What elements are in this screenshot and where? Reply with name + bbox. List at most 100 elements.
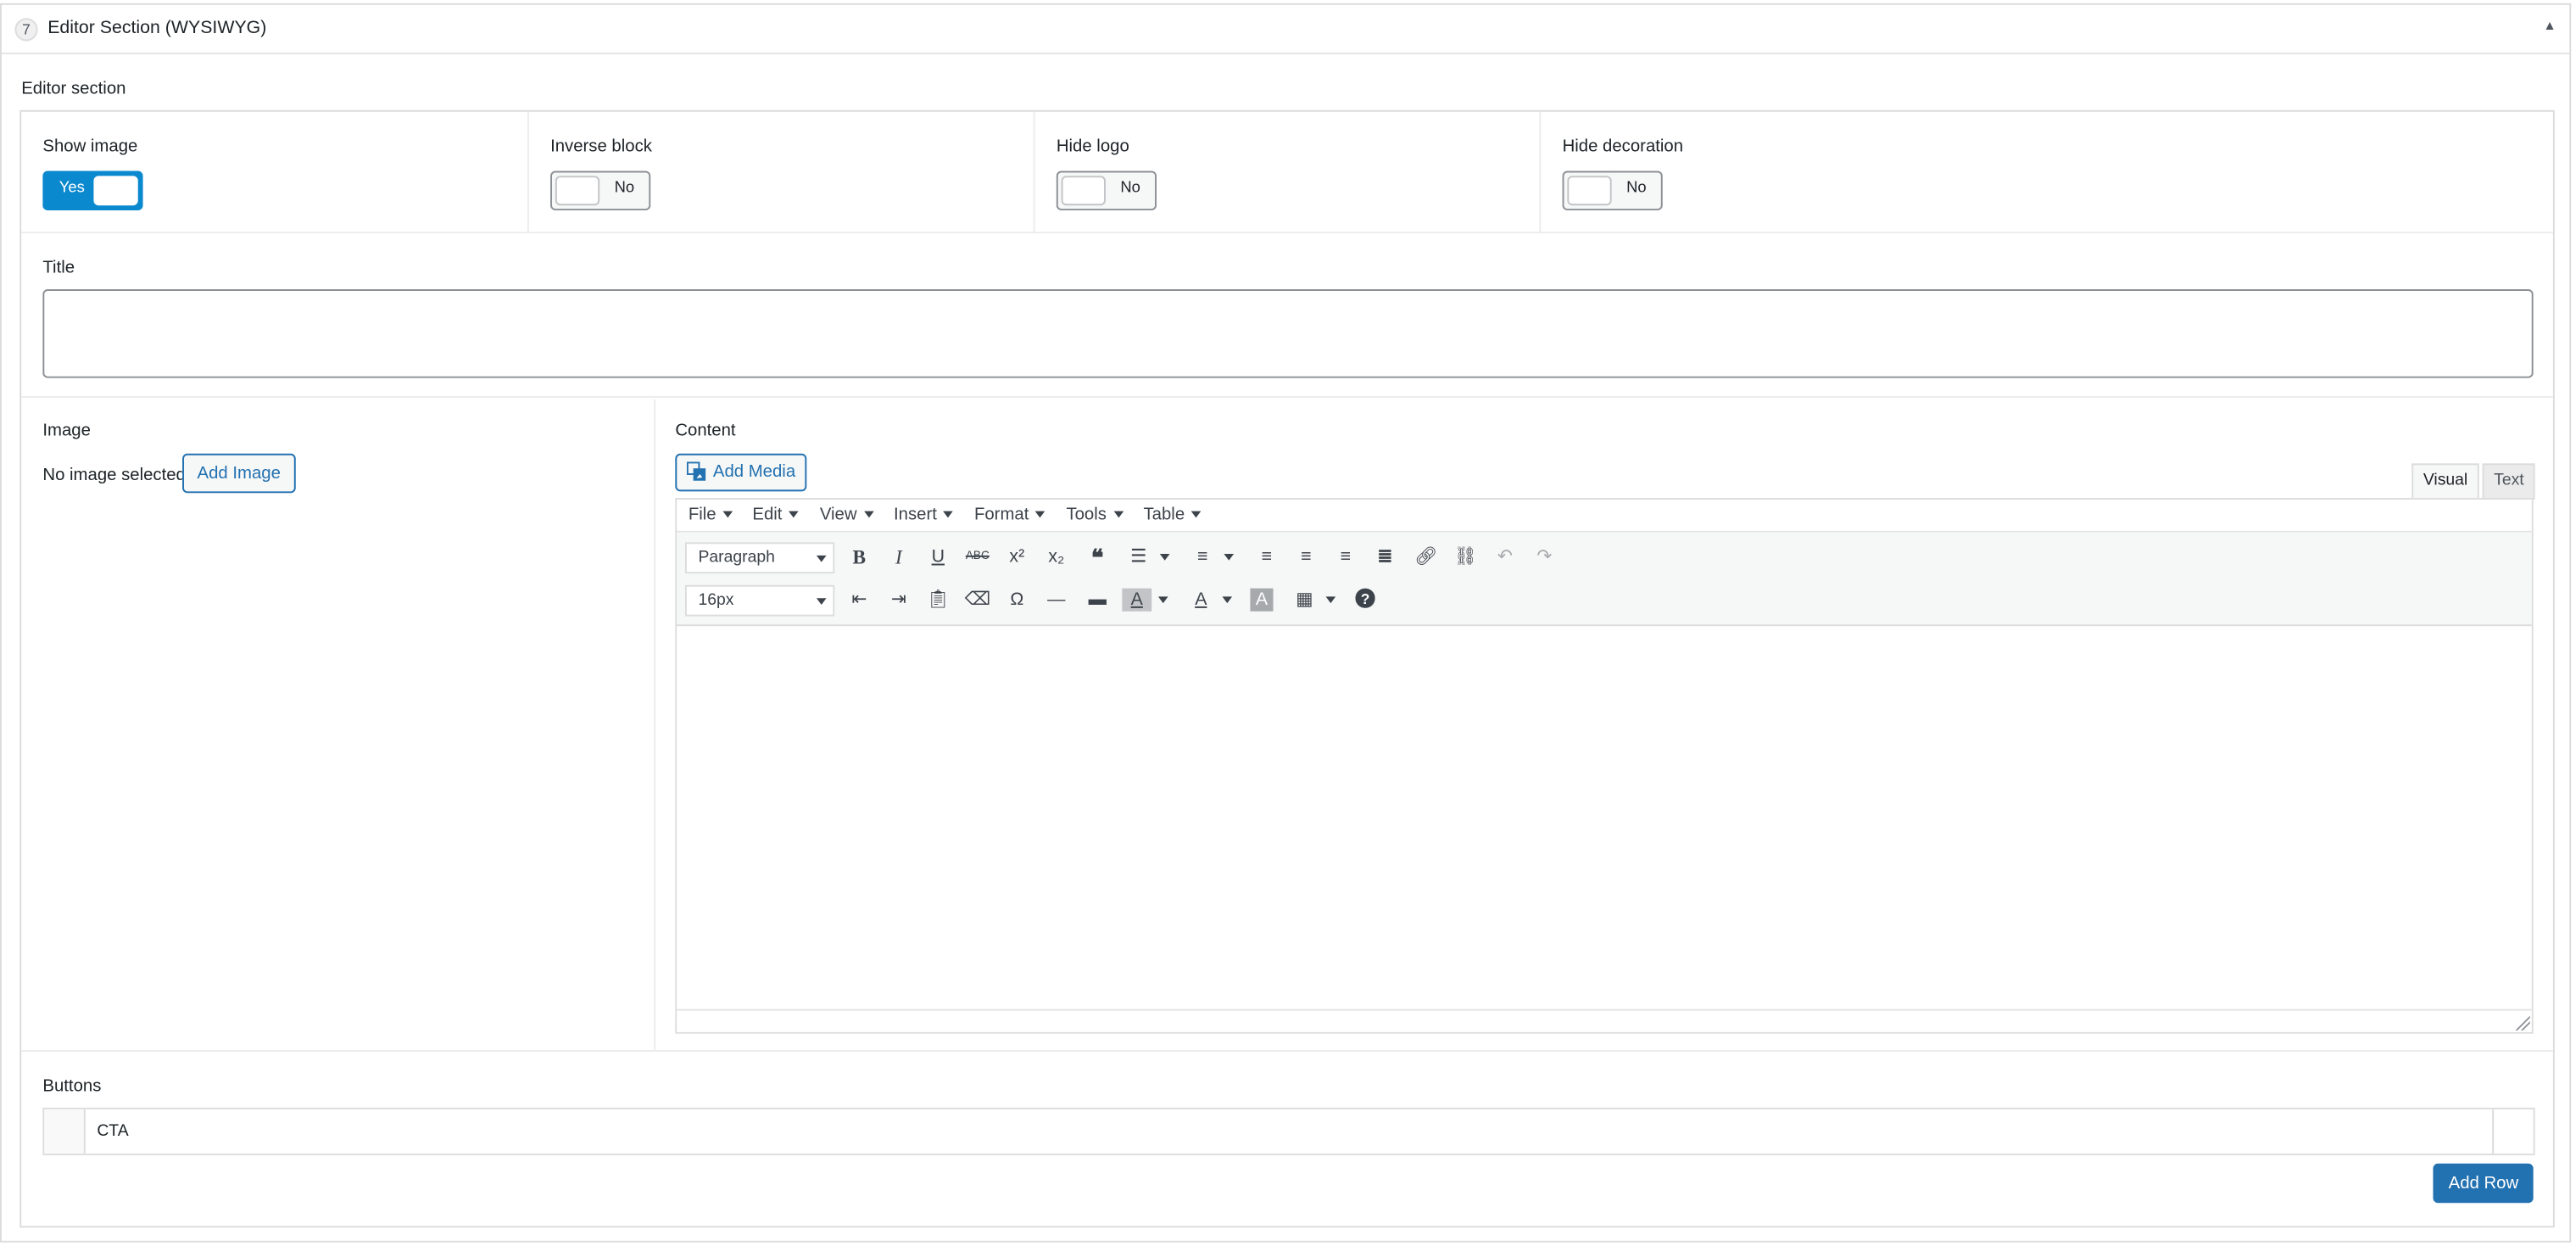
editor-statusbar [677,1009,2532,1032]
link-icon[interactable]: 🔗︎ [1411,542,1441,572]
background-color-dropdown-icon[interactable] [1157,585,1170,615]
buttons-label: Buttons [42,1076,102,1097]
highlight-icon[interactable]: A [1250,588,1274,612]
image-field: Image No image selected Add Image [21,399,656,1052]
page-break-icon[interactable]: ▬ [1083,585,1112,615]
show-image-field: Show image Yes [21,111,529,234]
toggle-state-text: No [1120,179,1140,198]
horizontal-line-icon[interactable]: — [1041,585,1071,615]
text-color-dropdown-icon[interactable] [1221,585,1235,615]
editor-section-panel: 7 Editor Section (WYSIWYG) ▲ Editor sect… [0,3,2572,1243]
inverse-block-field: Inverse block No [529,111,1035,234]
numbered-list-icon[interactable]: ≡ [1188,542,1218,572]
show-image-label: Show image [42,136,138,157]
menu-tools[interactable]: Tools [1066,505,1123,524]
align-justify-icon[interactable]: ≣ [1370,542,1400,572]
media-icon [686,461,706,481]
outdent-icon[interactable]: ⇤ [845,585,874,615]
hide-logo-toggle[interactable]: No [1056,170,1157,210]
special-character-icon[interactable]: Ω [1002,585,1032,615]
menu-view[interactable]: View [820,505,873,524]
fields-frame: Show image Yes Inverse block No Hide log… [20,109,2555,1228]
hide-decoration-label: Hide decoration [1562,136,1684,157]
menu-format[interactable]: Format [974,505,1045,524]
italic-icon[interactable]: I [884,542,913,572]
menu-insert[interactable]: Insert [894,505,953,524]
repeater-row[interactable]: CTA [42,1107,2535,1156]
section-header[interactable]: 7 Editor Section (WYSIWYG) ▲ [1,5,2570,54]
bold-icon[interactable]: B [845,542,874,572]
indent-icon[interactable]: ⇥ [884,585,913,615]
undo-icon[interactable]: ↶ [1490,542,1519,572]
title-textarea[interactable] [42,289,2534,378]
menu-table[interactable]: Table [1144,505,1202,524]
subscript-icon[interactable]: x₂ [1041,542,1071,572]
blockquote-icon[interactable]: ❝ [1083,542,1112,572]
inverse-block-label: Inverse block [550,136,652,157]
no-image-text: No image selected [42,465,186,485]
resize-handle-icon[interactable] [2513,1014,2530,1031]
title-field: Title [21,235,2553,398]
menu-file[interactable]: File [689,505,733,524]
row-label: CTA [97,1122,129,1141]
table-dropdown-icon[interactable] [1324,585,1338,615]
table-icon[interactable]: ▦ [1290,585,1319,615]
caret-up-icon[interactable]: ▲ [2543,18,2556,32]
content-field: Content Add Media Visual Text File Edit … [657,400,2555,1052]
row-drag-handle[interactable] [44,1109,86,1154]
add-image-button[interactable]: Add Image [182,453,296,494]
tab-text[interactable]: Text [2482,463,2536,500]
section-number-badge: 7 [14,18,38,42]
toggle-state-text: No [1626,179,1647,198]
toggle-knob [1567,176,1612,206]
title-label: Title [42,258,75,278]
block-format-select[interactable]: Paragraph [684,542,835,574]
add-media-label: Add Media [712,461,796,482]
hide-logo-label: Hide logo [1056,136,1129,157]
clear-formatting-icon[interactable]: ⌫ [962,585,992,615]
hide-logo-field: Hide logo No [1035,111,1542,234]
toggle-state-text: Yes [59,179,85,198]
add-media-button[interactable]: Add Media [675,453,807,492]
menu-edit[interactable]: Edit [752,505,798,524]
section-label: Editor section [21,79,126,99]
background-color-icon[interactable]: A [1122,588,1152,612]
editor-content-area[interactable] [677,628,2532,1009]
toggle-knob [93,176,138,206]
row-actions[interactable] [2492,1109,2533,1154]
hide-decoration-field: Hide decoration No [1541,112,2527,233]
show-image-toggle[interactable]: Yes [42,170,143,210]
buttons-field: Buttons CTA Add Row [21,1053,2553,1227]
editor-toolbar: Paragraph B I U ABC x² x₂ ❝ ☰ ≡ ≡ ≡ ≡ ≣ … [677,532,2532,627]
toggle-state-text: No [614,179,635,198]
paste-text-icon[interactable]: 📋︎ [923,585,953,615]
content-label: Content [675,421,736,441]
strikethrough-icon[interactable]: ABC [962,542,992,572]
bullet-list-dropdown-icon[interactable] [1158,542,1172,572]
help-icon[interactable]: ? [1351,585,1380,615]
hide-decoration-toggle[interactable]: No [1562,170,1663,210]
numbered-list-dropdown-icon[interactable] [1223,542,1236,572]
section-title: Editor Section (WYSIWYG) [47,18,267,38]
font-size-select[interactable]: 16px [684,584,835,617]
bullet-list-icon[interactable]: ☰ [1124,542,1153,572]
align-center-icon[interactable]: ≡ [1291,542,1321,572]
toggle-knob [1061,176,1106,206]
superscript-icon[interactable]: x² [1002,542,1032,572]
underline-icon[interactable]: U [923,542,953,572]
wysiwyg-editor: File Edit View Insert Format Tools Table… [675,498,2534,1034]
svg-text:?: ? [1361,590,1370,607]
text-color-icon[interactable]: A [1186,585,1216,615]
unlink-icon[interactable]: ⛓︎ [1451,542,1480,572]
redo-icon[interactable]: ↷ [1530,542,1559,572]
toggle-knob [555,176,600,206]
editor-menubar: File Edit View Insert Format Tools Table [677,500,2532,533]
image-label: Image [42,421,91,441]
align-left-icon[interactable]: ≡ [1252,542,1281,572]
inverse-block-toggle[interactable]: No [550,170,651,210]
align-right-icon[interactable]: ≡ [1330,542,1360,572]
image-content-row: Image No image selected Add Image Conten… [21,399,2555,1052]
add-row-button[interactable]: Add Row [2434,1163,2534,1204]
toggle-row: Show image Yes Inverse block No Hide log… [21,111,2553,234]
tab-visual[interactable]: Visual [2412,463,2479,500]
